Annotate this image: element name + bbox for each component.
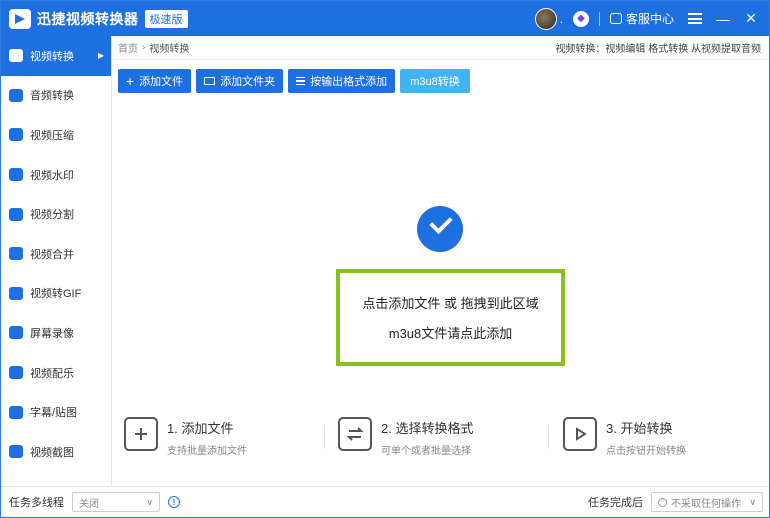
step-title: 2. 选择转换格式 (381, 421, 474, 436)
sidebar-item-label: 视频截图 (30, 446, 74, 459)
video-screenshot-icon (9, 445, 23, 459)
chevron-right-icon: ▶ (97, 51, 104, 61)
step-start-convert: 3. 开始转换 点击按钮开始转换 (563, 411, 686, 457)
add-by-format-button[interactable]: 按输出格式添加 (288, 69, 396, 93)
sidebar-item-video-compress[interactable]: 视频压缩 (1, 115, 111, 155)
clock-icon (658, 497, 667, 507)
convert-format-step-icon (338, 417, 372, 451)
sidebar-item-video-watermark[interactable]: 视频水印 (1, 155, 111, 195)
sidebar-item-label: 视频水印 (30, 169, 74, 182)
sidebar-item-label: 视频配乐 (30, 367, 74, 380)
m3u8-add-link[interactable]: m3u8文件请点此添加 (389, 323, 513, 342)
edition-badge: 极速版 (144, 9, 188, 28)
add-file-button[interactable]: + 添加文件 (118, 69, 192, 93)
feature-description: 视频转换：视频编辑 格式转换 从视频提取音频 (555, 44, 761, 55)
video-music-icon (9, 366, 23, 380)
video-split-icon (9, 207, 23, 221)
app-title: 迅捷视频转换器 (37, 10, 139, 27)
sidebar-item-label: 视频压缩 (30, 129, 74, 142)
sidebar-item-video-gif[interactable]: 视频转GIF (1, 274, 111, 314)
folder-icon (204, 77, 216, 85)
m3u8-convert-button[interactable]: m3u8转换 (400, 69, 470, 93)
status-bar: 任务多线程 关闭 ∨ ! 任务完成后 不采取任何操作 ∨ (1, 486, 769, 517)
chevron-down-icon: ∨ (146, 497, 153, 507)
step-desc: 点击按钮开始转换 (606, 446, 686, 457)
add-folder-button[interactable]: 添加文件夹 (196, 69, 284, 93)
step-desc: 可单个或者批量选择 (381, 446, 471, 457)
toolbar: + 添加文件 添加文件夹 按输出格式添加 m3u8转换 (118, 69, 470, 93)
after-done-select[interactable]: 不采取任何操作 ∨ (651, 492, 763, 512)
sidebar-item-video-merge[interactable]: 视频合并 (1, 234, 111, 274)
sidebar-item-screen-record[interactable]: 屏幕录像 (1, 313, 111, 353)
sidebar-item-video-convert[interactable]: 视频转换 ▶ (1, 36, 111, 76)
step-desc: 支持批量添加文件 (167, 446, 247, 457)
user-name[interactable]: . (560, 12, 563, 26)
subtitle-sticker-icon (9, 405, 23, 419)
m3u8-label: m3u8转换 (410, 76, 460, 88)
customer-service-button[interactable]: 客服中心 (609, 10, 674, 27)
breadcrumb-current: 视频转换 (149, 44, 190, 55)
app-logo-icon (9, 8, 31, 29)
sidebar-item-subtitle-sticker[interactable]: 字幕/贴图 (1, 392, 111, 432)
list-icon (296, 77, 306, 85)
multithread-select[interactable]: 关闭 ∨ (72, 492, 160, 512)
breadcrumb-home[interactable]: 首页 (118, 40, 138, 55)
screen-record-icon (9, 326, 23, 340)
video-convert-icon (9, 49, 23, 63)
step-divider (324, 425, 325, 449)
multithread-label: 任务多线程 (9, 497, 64, 509)
user-avatar[interactable] (534, 7, 557, 30)
checkmark-icon (417, 206, 463, 252)
add-file-label: 添加文件 (139, 76, 184, 88)
chevron-down-icon: ∨ (749, 497, 756, 507)
plus-icon: + (126, 73, 135, 89)
audio-convert-icon (9, 88, 23, 102)
drop-zone-text: 点击添加文件 或 拖拽到此区域 (362, 296, 539, 311)
sidebar-item-audio-convert[interactable]: 音频转换 (1, 76, 111, 116)
title-bar-actions: . ◆ 客服中心 — ✕ (534, 1, 769, 36)
sidebar-item-video-music[interactable]: 视频配乐 (1, 353, 111, 393)
after-done-group: 任务完成后 不采取任何操作 ∨ (588, 492, 763, 512)
app-window: 迅捷视频转换器 极速版 . ◆ 客服中心 — ✕ 视频转换 ▶ 音频转换 视频压… (0, 0, 770, 518)
chat-bubble-icon (609, 13, 622, 24)
start-convert-step-icon (563, 417, 597, 451)
video-compress-icon (9, 128, 23, 142)
close-button[interactable]: ✕ (739, 10, 763, 27)
video-merge-icon (9, 247, 23, 261)
add-file-step-icon (124, 417, 158, 451)
sidebar-item-label: 视频分割 (30, 209, 74, 222)
sidebar-item-label: 视频合并 (30, 248, 74, 261)
title-bar: 迅捷视频转换器 极速版 . ◆ 客服中心 — ✕ (1, 1, 769, 36)
step-divider (548, 425, 549, 449)
sidebar-item-video-split[interactable]: 视频分割 (1, 194, 111, 234)
video-watermark-icon (9, 168, 23, 182)
drop-zone[interactable]: 点击添加文件 或 拖拽到此区域 m3u8文件请点此添加 (336, 269, 565, 366)
vip-icon[interactable]: ◆ (572, 10, 589, 27)
sidebar-item-video-screenshot[interactable]: 视频截图 (1, 432, 111, 472)
minimize-button[interactable]: — (711, 11, 735, 27)
step-title: 1. 添加文件 (167, 421, 234, 436)
after-done-value: 不采取任何操作 (671, 498, 741, 510)
breadcrumb: 首页 › 视频转换 视频转换：视频编辑 格式转换 从视频提取音频 (112, 36, 769, 60)
sidebar-item-label: 音频转换 (30, 90, 74, 103)
video-gif-icon (9, 286, 23, 300)
add-folder-label: 添加文件夹 (220, 76, 276, 88)
info-icon[interactable]: ! (168, 496, 180, 508)
sidebar-item-label: 视频转换 (30, 50, 74, 63)
sidebar-item-label: 字幕/贴图 (30, 407, 78, 420)
steps-guide: 1. 添加文件 支持批量添加文件 2. 选择转换格式 可单个或者批量选择 3. … (112, 411, 769, 465)
sidebar: 视频转换 ▶ 音频转换 视频压缩 视频水印 视频分割 视频合并 视频转GIF 屏… (1, 36, 112, 486)
sidebar-item-label: 视频转GIF (30, 288, 82, 301)
customer-service-label: 客服中心 (625, 12, 674, 26)
breadcrumb-separator: › (142, 42, 146, 53)
step-select-format: 2. 选择转换格式 可单个或者批量选择 (338, 411, 473, 457)
menu-icon[interactable] (688, 13, 702, 24)
add-by-format-label: 按输出格式添加 (310, 76, 388, 88)
step-add-file: 1. 添加文件 支持批量添加文件 (124, 411, 247, 457)
title-divider (598, 11, 600, 26)
step-title: 3. 开始转换 (606, 421, 673, 436)
multithread-value: 关闭 (79, 498, 99, 510)
after-done-label: 任务完成后 (588, 497, 643, 509)
sidebar-item-label: 屏幕录像 (30, 327, 74, 340)
